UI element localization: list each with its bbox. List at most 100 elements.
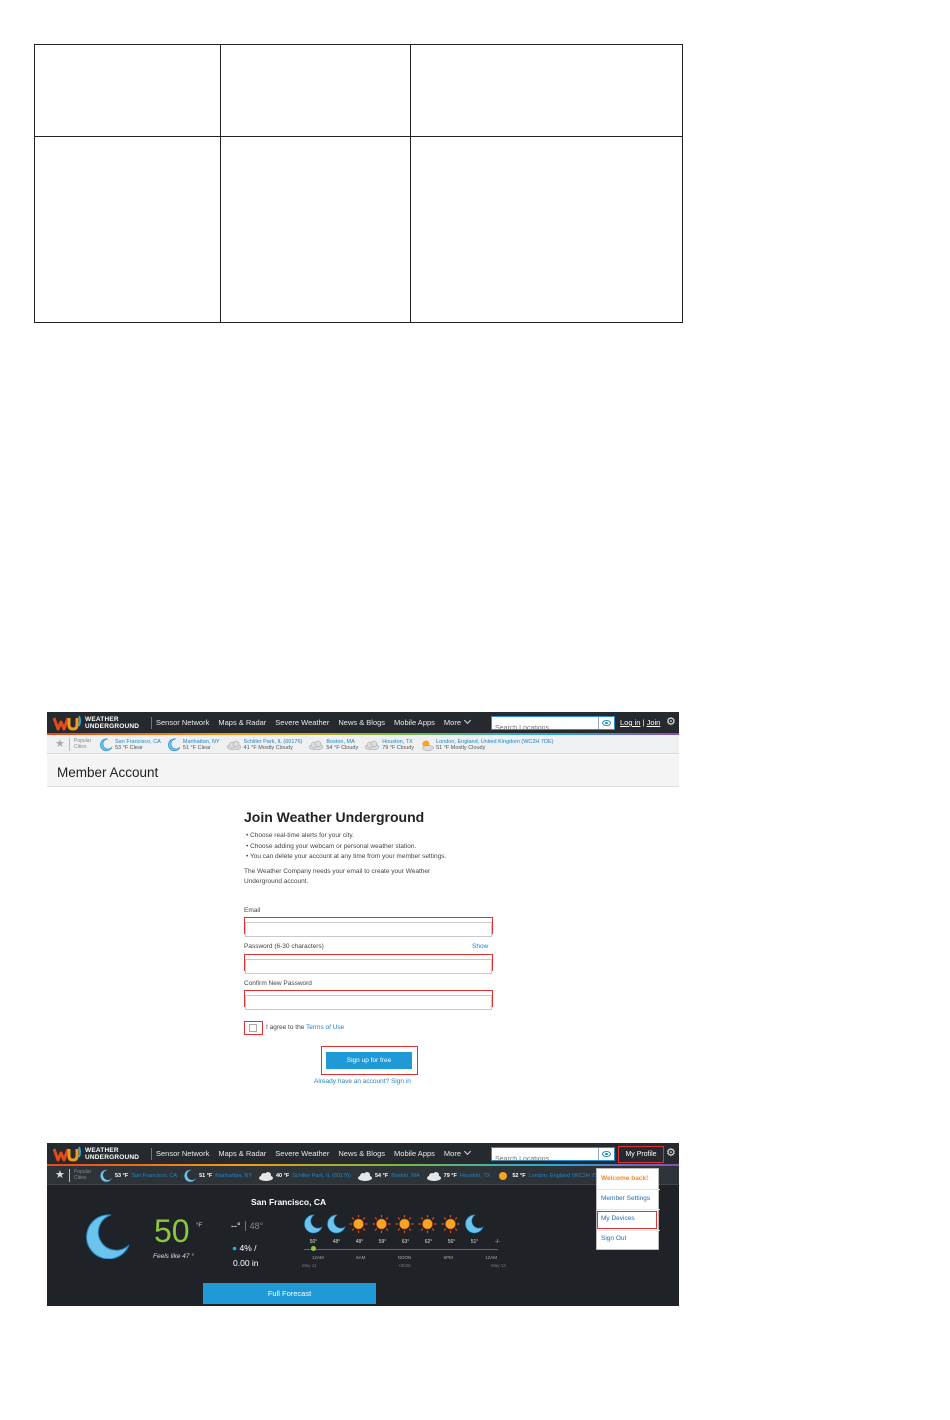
join-link[interactable]: Join — [647, 718, 661, 727]
moon-icon — [100, 1169, 112, 1182]
city-item[interactable]: Boston, MA 54 °F Cloudy — [308, 739, 358, 751]
city-item[interactable]: Houston, TX 79 °F Cloudy — [364, 739, 414, 751]
full-forecast-button[interactable]: Full Forecast — [203, 1283, 376, 1304]
cloud-icon — [364, 740, 380, 750]
divider — [597, 1189, 660, 1190]
city-temp: 40 °F — [275, 1172, 290, 1179]
nav-item-mobile-apps[interactable]: Mobile Apps — [394, 718, 435, 727]
gear-icon[interactable]: ⚙ — [666, 717, 677, 728]
timeline-dot — [311, 1246, 316, 1251]
city-item[interactable]: 51 °F Manhattan, NY — [183, 1169, 252, 1183]
hour-temp: 63° — [401, 1239, 410, 1245]
city-temp: 52 °F — [512, 1172, 526, 1179]
password-field[interactable] — [245, 959, 492, 974]
sun-icon — [349, 1215, 368, 1233]
login-link[interactable]: Log in — [620, 718, 640, 727]
list-item: Choose adding your webcam or personal we… — [246, 842, 504, 853]
city-condition: 54 °F Cloudy — [326, 744, 359, 751]
city-item[interactable]: Schiller Park, IL (60176) 41 °F Mostly Cl… — [226, 739, 302, 751]
nav-item-news-blogs[interactable]: News & Blogs — [338, 1149, 385, 1158]
hour-temp: 50° — [309, 1239, 318, 1245]
popular-label: Popular Cities — [74, 738, 91, 750]
city-name: San Francisco, CA — [131, 1172, 178, 1179]
signup-button[interactable]: Sign up for free — [326, 1052, 412, 1069]
nav-item-maps-radar[interactable]: Maps & Radar — [218, 1149, 266, 1158]
nav-item-severe-weather[interactable]: Severe Weather — [275, 1149, 329, 1158]
member-settings-link[interactable]: Member Settings — [601, 1195, 650, 1202]
search-box — [491, 716, 615, 735]
my-devices-link[interactable]: My Devices — [601, 1215, 635, 1222]
form-title: Join Weather Underground — [244, 809, 425, 825]
hour-temp: 59° — [378, 1239, 387, 1245]
cloud-icon — [426, 1171, 441, 1181]
nav-item-more[interactable]: More — [443, 716, 472, 727]
nav-item-news-blogs[interactable]: News & Blogs — [338, 718, 385, 727]
sign-out-link[interactable]: Sign Out — [601, 1235, 626, 1242]
show-password-link[interactable]: Show — [472, 943, 488, 950]
nav-more-label: More — [443, 718, 461, 727]
cloud-moon-icon — [226, 740, 241, 750]
city-item[interactable]: 79 °F Houston, TX — [426, 1171, 491, 1181]
password-label: Password (6-30 characters) — [244, 943, 324, 950]
nav-item-mobile-apps[interactable]: Mobile Apps — [394, 1149, 435, 1158]
hour-temp: 48° — [355, 1239, 364, 1245]
timeline-labels: 12AM 6AM NOON 6PM 12AM — [312, 1255, 497, 1260]
locate-button[interactable] — [598, 1148, 614, 1160]
cloud-moon-icon — [258, 1171, 273, 1181]
city-item[interactable]: Manhattan, NY 51 °F Clear — [167, 738, 220, 752]
raindrop-icon: ● — [232, 1243, 238, 1253]
sun-cloud-icon — [422, 740, 434, 751]
wu-logo-icon — [53, 715, 81, 731]
nav-bar: WEATHER UNDERGROUND Sensor Network Maps … — [47, 1143, 679, 1166]
popular-cities-bar: ★ Popular Cities 53 °F San Francisco, CA … — [47, 1166, 679, 1185]
current-temp: 50 — [154, 1213, 190, 1249]
popular-cities-bar: ★ Popular Cities San Francisco, CA 53 °F … — [47, 735, 679, 754]
high-temp: --° — [231, 1221, 241, 1231]
welcome-text: Welcome back! — [601, 1175, 649, 1182]
nav-item-maps-radar[interactable]: Maps & Radar — [218, 718, 266, 727]
join-form: Join Weather Underground Choose real-tim… — [244, 809, 504, 1087]
gear-icon[interactable]: ⚙ — [666, 1148, 677, 1159]
popular-label: Popular Cities — [74, 1169, 91, 1181]
moon-icon — [465, 1214, 484, 1234]
empty-table — [34, 44, 683, 323]
member-header: Member Account — [47, 755, 679, 787]
password-field-highlight — [244, 954, 493, 974]
locate-button[interactable] — [598, 717, 614, 729]
agree-checkbox[interactable] — [249, 1024, 257, 1032]
nav-more-label: More — [443, 1149, 461, 1158]
timeline-label: 12AM — [485, 1255, 497, 1260]
nav-item-sensor-network[interactable]: Sensor Network — [156, 1149, 209, 1158]
city-item[interactable]: 40 °F Schiller Park, IL (60176) — [258, 1171, 351, 1181]
divider — [597, 1209, 660, 1210]
star-icon[interactable]: ★ — [55, 738, 65, 750]
moon-icon — [168, 738, 181, 751]
confirm-password-field[interactable] — [245, 995, 492, 1010]
my-profile-button[interactable]: My Profile — [618, 1146, 664, 1163]
page-title: Member Account — [57, 765, 159, 780]
email-field[interactable] — [245, 922, 492, 937]
city-name: Manhattan, NY — [215, 1172, 252, 1179]
start-date: May 11 — [302, 1263, 317, 1268]
logo-line: UNDERGROUND — [85, 1153, 140, 1161]
signin-link[interactable]: Already have an account? Sign in — [314, 1078, 411, 1085]
terms-link[interactable]: Terms of Use — [306, 1024, 344, 1031]
nav-item-more[interactable]: More — [443, 1147, 472, 1158]
nav-item-sensor-network[interactable]: Sensor Network — [156, 718, 209, 727]
low-temp: 48° — [244, 1221, 264, 1231]
temp-unit: °F — [196, 1223, 203, 1229]
city-item[interactable]: 52 °F London, England (WC2H 7DE) — [496, 1169, 604, 1183]
city-item[interactable]: 54 °F Boston, MA — [357, 1171, 420, 1181]
chevron-down-icon — [463, 1147, 472, 1156]
nav-divider — [151, 717, 152, 729]
city-item[interactable]: 53 °F San Francisco, CA — [99, 1169, 177, 1183]
star-icon[interactable]: ★ — [55, 1169, 65, 1181]
logo-line: UNDERGROUND — [85, 722, 140, 730]
city-condition: 51 °F Clear — [182, 744, 211, 751]
city-name: Houston, TX — [459, 1172, 491, 1179]
confirm-password-label: Confirm New Password — [244, 980, 312, 987]
nav-item-severe-weather[interactable]: Severe Weather — [275, 718, 329, 727]
city-item[interactable]: San Francisco, CA 53 °F Clear — [99, 738, 161, 752]
city-name: Manhattan, NY — [182, 738, 220, 745]
city-item[interactable]: London, England, United Kingdom (WC2H 7D… — [420, 738, 553, 752]
